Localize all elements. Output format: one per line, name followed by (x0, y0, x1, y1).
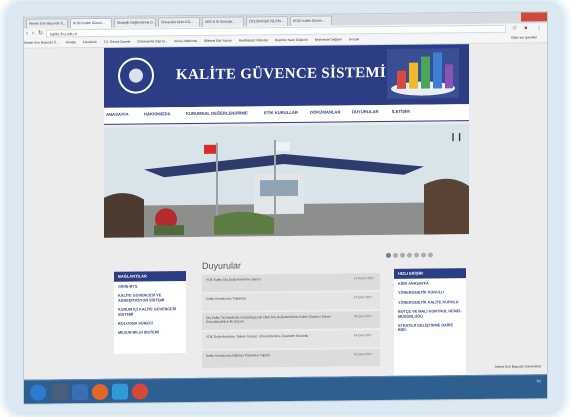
links-item[interactable]: KALİTE GÜVENCESİ VE AKREDİTASYON SİSTEMİ (114, 290, 186, 305)
announcement-text[interactable]: Kalite Komisyonu Toplantısı (206, 295, 346, 301)
nav-evaluation[interactable]: KURUMSAL DEĞERLENDİRME (186, 110, 248, 116)
slider-dot[interactable] (386, 252, 391, 258)
monitor-screen: Ahmet Sırrı Bayındır Ü... KÜİLİ Kalite G… (23, 11, 548, 405)
chrome-icon[interactable] (132, 383, 148, 400)
menu-icon[interactable]: ⋮ (536, 24, 542, 32)
bookmark-item[interactable]: Akıl İş Platformu (174, 39, 197, 43)
web-page: KALİTE GÜVENCE SİSTEMİ ANASAYFA HAKKIMIZ… (24, 43, 547, 389)
slider-dot[interactable] (421, 252, 426, 258)
announcement-text[interactable]: YÖK Değerlendirme Takımı Üyeleri, Üniver… (206, 333, 346, 339)
hero-slider[interactable]: ❙❙ (104, 124, 469, 238)
announcement-row[interactable]: YÖK Kalite Dış Değerlendirme Süreci 14 Ka… (202, 273, 380, 292)
links-item[interactable]: KURUM İÇİ KALİTE GÜVENCESİ SİSTEMİ (114, 304, 186, 319)
announcement-date: 14 Kasım 2017 (354, 276, 375, 281)
back-icon[interactable]: ‹ (26, 30, 28, 38)
site-title: KALİTE GÜVENCE SİSTEMİ (176, 64, 386, 84)
slider-dot[interactable] (428, 252, 433, 258)
announcement-date: 07 Ekim 2017 (354, 295, 373, 300)
system-tray[interactable]: TR (536, 379, 541, 384)
slider-pagination (386, 244, 435, 263)
bookmark-item[interactable]: Beyinler Nasıl Düşünür (275, 38, 308, 42)
nav-documents[interactable]: DÖKÜMANLAR (310, 109, 340, 114)
slider-dot[interactable] (400, 252, 405, 258)
nav-about[interactable]: HAKKIMIZDA (144, 111, 171, 116)
bookmark-item[interactable]: Bilimsel Etki Yazımı (204, 39, 232, 43)
announcement-text[interactable]: Kalite Komisyonu Eğitimci Toplantısı Yap… (206, 352, 346, 358)
announcements-title: Duyurular (202, 260, 242, 271)
explorer-icon[interactable] (52, 384, 68, 401)
start-icon[interactable] (30, 384, 46, 401)
media-icon[interactable] (72, 384, 88, 401)
announcement-row[interactable]: Kalite Komisyonu Toplantısı 07 Ekim 2017 (202, 292, 380, 311)
announcement-row[interactable]: Dış Kalite Ta Hareketle Gerçekleşecek Ol… (202, 311, 380, 330)
bookmark-item[interactable]: Medikapsül Videoları (239, 38, 269, 42)
browser-tab-active[interactable]: KÜİLİ Kalite Güven... (70, 17, 112, 29)
browser-tab[interactable]: KÜİLİ Kalite Güven... (290, 15, 332, 26)
quick-access-item[interactable]: STRATEJİ GELİŞTİRME DAİRE BŞK. (394, 320, 466, 335)
quick-access-item[interactable]: BÜTÇE VE MALİ KONTROL GENEL MÜDÜRLÜĞÜ (394, 306, 466, 321)
bookmark-item[interactable]: Google (66, 40, 76, 44)
announcement-row[interactable]: Kalite Komisyonu Eğitimci Toplantısı Yap… (202, 349, 380, 368)
slider-dot[interactable] (414, 252, 419, 258)
bookmark-item[interactable]: Ahmet Sırrı Bayındır Ü... (24, 40, 59, 44)
skype-icon[interactable] (112, 383, 128, 400)
browser-tab[interactable]: Ahmet Sırrı Bayındır Ü... (26, 18, 68, 29)
extension-icon[interactable]: ● (524, 24, 528, 32)
slider-dot[interactable] (407, 252, 412, 258)
slider-dot[interactable] (393, 252, 398, 258)
announcement-text[interactable]: Dış Kalite Ta Hareketle Gerçekleşecek Ol… (206, 314, 346, 325)
forward-icon[interactable]: › (32, 30, 34, 38)
announcements-list: YÖK Kalite Dış Değerlendirme Süreci 14 Ka… (202, 273, 380, 370)
announcement-date: 04 Ekim 2017 (354, 333, 373, 338)
nav-home[interactable]: ANASAYFA (106, 112, 129, 117)
reload-icon[interactable]: ↻ (38, 30, 43, 38)
nav-announcements[interactable]: DUYURULAR (352, 109, 379, 114)
bookmark-item[interactable]: Google (349, 37, 359, 41)
bookmark-item[interactable]: Beyinimde Değişim (315, 37, 342, 41)
nav-contact[interactable]: İLETİŞİM (392, 109, 410, 114)
university-logo[interactable] (118, 57, 154, 94)
browser-tab[interactable]: Stratejik Değlendirme D... (114, 17, 156, 28)
quick-access-box: HIZLI ERİŞİM KİDR ANASAYFA YÖNERGE/ETİK … (394, 268, 466, 377)
star-icon[interactable]: ☆ (512, 25, 517, 33)
bar-chart-graphic (387, 48, 459, 99)
browser-icon[interactable] (92, 383, 108, 401)
bookmark-item[interactable]: Dokümanlar bilgi Ar... (137, 39, 167, 43)
announcement-row[interactable]: YÖK Değerlendirme Takımı Üyeleri, Üniver… (202, 330, 380, 349)
campus-gate-photo (104, 124, 469, 238)
browser-tab[interactable]: ABS & İA Süreçler... (202, 16, 244, 27)
bookmark-item[interactable]: T.C. Resmi Gazete (104, 40, 131, 44)
links-box: BAĞLANTILAR GİRİŞ-BYS KALİTE GÜVENCESİ V… (114, 271, 186, 354)
bookmark-item[interactable]: Facebook (83, 40, 97, 44)
pause-icon[interactable]: ❙❙ (450, 132, 463, 141)
announcement-date: 06 Ekim 2017 (354, 314, 373, 319)
site-header: KALİTE GÜVENCE SİSTEMİ (104, 44, 469, 108)
window-close-button[interactable] (521, 12, 547, 22)
links-item[interactable]: MEZUN BİLGİ SİSTEMİ (114, 327, 186, 337)
announcement-text[interactable]: YÖK Kalite Dış Değerlendirme Süreci (206, 276, 346, 282)
other-bookmarks[interactable]: Diğer yer işaretleri (511, 33, 537, 42)
browser-tab[interactable]: Üniversite birim KG... (158, 16, 200, 28)
browser-tab[interactable]: ÖZLÜK/KİŞİL İŞLEM... (246, 15, 288, 27)
announcement-date: 01 Ekim 2017 (354, 352, 373, 357)
nav-ethics[interactable]: ETİK KURULLAR (264, 110, 298, 115)
status-text: Ahmet Sırrı Bayındır Üniversitesi (494, 364, 541, 369)
